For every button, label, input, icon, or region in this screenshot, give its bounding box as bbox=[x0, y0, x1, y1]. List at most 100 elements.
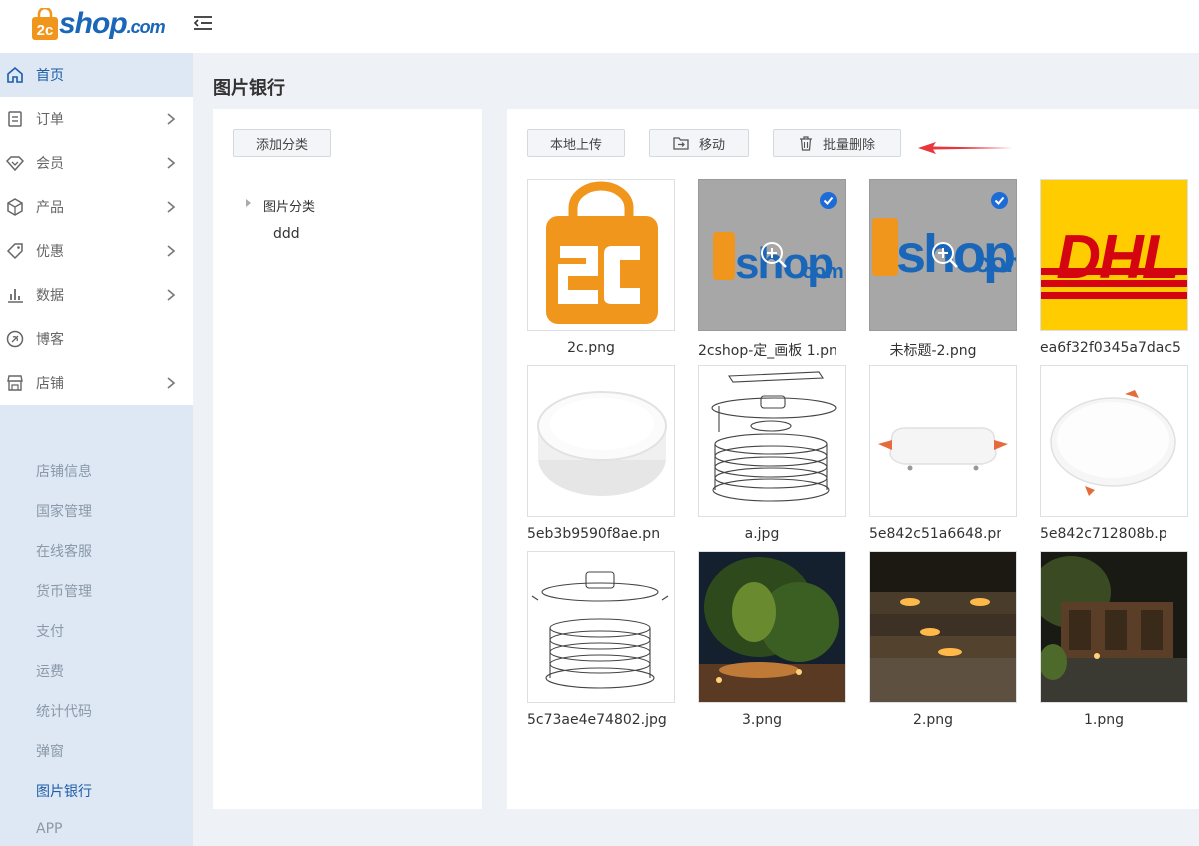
sidebar-item-label: 会员 bbox=[36, 156, 64, 172]
red-arrow-annotation bbox=[918, 142, 1013, 154]
image-thumb-2cshop-artboard[interactable]: shop .com bbox=[698, 179, 846, 331]
tree-expand-icon[interactable] bbox=[246, 199, 251, 207]
image-caption: 2c.png bbox=[567, 340, 615, 356]
brand-logo[interactable]: 2c shop.com bbox=[32, 4, 166, 44]
chevron-right-icon bbox=[167, 113, 176, 125]
submenu-store-info[interactable]: 店铺信息 bbox=[36, 461, 92, 481]
sidebar-item-products[interactable]: 产品 bbox=[0, 185, 193, 229]
diamond-icon bbox=[6, 156, 24, 172]
page-title: 图片银行 bbox=[213, 78, 285, 99]
image-thumb-1[interactable] bbox=[1040, 551, 1188, 703]
chevron-right-icon bbox=[167, 157, 176, 169]
category-panel bbox=[213, 109, 482, 809]
trash-icon bbox=[799, 135, 812, 151]
image-caption: 未标题-2.png bbox=[889, 343, 977, 359]
sidebar-item-label: 博客 bbox=[36, 332, 64, 348]
tree-node-image-category[interactable]: 图片分类 bbox=[263, 196, 315, 215]
sidebar: 首页 订单 会员 产品 优惠 数据 博客 店铺 设置 店铺信息 bbox=[0, 53, 193, 846]
logo-text: shop.com bbox=[59, 7, 166, 40]
image-caption: 5eb3b9590f8ae.png bbox=[527, 526, 659, 542]
sidebar-item-promotions[interactable]: 优惠 bbox=[0, 229, 193, 273]
image-caption: 5e842c51a6648.png bbox=[869, 526, 1001, 542]
image-caption: a.jpg bbox=[744, 526, 780, 542]
zoom-in-icon[interactable] bbox=[759, 240, 789, 270]
bar-chart-icon bbox=[8, 289, 23, 303]
submenu-stats-code[interactable]: 统计代码 bbox=[36, 701, 92, 721]
image-caption: 2cshop-定_画板 1.png bbox=[698, 343, 836, 359]
store-icon bbox=[7, 375, 23, 391]
lamp-drawing-image bbox=[528, 552, 674, 702]
submenu-popup[interactable]: 弹窗 bbox=[36, 741, 64, 761]
order-icon bbox=[8, 111, 22, 127]
stair-lights-photo bbox=[870, 552, 1016, 702]
image-caption: 1.png bbox=[1083, 712, 1124, 728]
logo-bag-icon: 2c bbox=[32, 8, 58, 40]
submenu-payment[interactable]: 支付 bbox=[36, 621, 64, 641]
image-thumb-3[interactable] bbox=[698, 551, 846, 703]
image-thumb-5e842c712808b[interactable] bbox=[1040, 365, 1188, 517]
submenu-country-management[interactable]: 国家管理 bbox=[36, 501, 92, 521]
sidebar-item-label: 产品 bbox=[36, 200, 64, 216]
image-thumb-a[interactable] bbox=[698, 365, 846, 517]
submenu-currency-management[interactable]: 货币管理 bbox=[36, 581, 92, 601]
top-header: 2c shop.com bbox=[0, 0, 1199, 53]
round-panel-light-image bbox=[1041, 366, 1187, 516]
submenu-app[interactable]: APP bbox=[36, 821, 62, 837]
local-upload-button[interactable]: 本地上传 bbox=[527, 129, 625, 157]
sidebar-item-label: 店铺 bbox=[36, 376, 64, 392]
sidebar-item-data[interactable]: 数据 bbox=[0, 273, 193, 317]
image-caption: 5c73ae4e74802.jpg bbox=[527, 712, 667, 728]
image-thumb-5c73ae4e74802[interactable] bbox=[527, 551, 675, 703]
image-caption: 2.png bbox=[912, 712, 953, 728]
sidebar-item-members[interactable]: 会员 bbox=[0, 141, 193, 185]
move-button-label: 移动 bbox=[698, 137, 725, 153]
image-thumb-5e842c51a6648[interactable] bbox=[869, 365, 1017, 517]
sidebar-item-store[interactable]: 店铺 bbox=[0, 361, 193, 405]
image-thumb-5eb3b9590f8ae[interactable] bbox=[527, 365, 675, 517]
selected-check-icon[interactable] bbox=[820, 192, 837, 209]
chevron-right-icon bbox=[167, 201, 176, 213]
image-caption: 5e842c712808b.png bbox=[1040, 526, 1166, 542]
sidebar-item-blog[interactable]: 博客 bbox=[0, 317, 193, 361]
sidebar-item-home[interactable]: 首页 bbox=[0, 53, 193, 97]
square-panel-light-image bbox=[870, 366, 1016, 516]
garden-night-photo bbox=[699, 552, 845, 702]
tree-node-ddd[interactable]: ddd bbox=[273, 226, 300, 242]
svg-text:.com: .com bbox=[968, 247, 1016, 278]
image-thumb-dhl[interactable]: DHL bbox=[1040, 179, 1188, 331]
add-category-button[interactable]: 添加分类 bbox=[233, 129, 331, 157]
sidebar-item-label: 首页 bbox=[36, 68, 64, 84]
tag-icon bbox=[6, 243, 23, 260]
sidebar-item-label: 数据 bbox=[36, 288, 64, 304]
image-thumb-2c[interactable] bbox=[527, 179, 675, 331]
move-folder-icon bbox=[673, 137, 689, 150]
zoom-in-icon[interactable] bbox=[930, 240, 960, 270]
svg-text:.com: .com bbox=[797, 261, 844, 283]
move-button[interactable]: 移动 bbox=[649, 129, 749, 157]
batch-delete-button-label: 批量删除 bbox=[822, 137, 875, 153]
collapse-menu-icon[interactable] bbox=[193, 13, 213, 33]
submenu-online-service[interactable]: 在线客服 bbox=[36, 541, 92, 561]
blog-icon bbox=[6, 330, 24, 348]
chevron-right-icon bbox=[167, 245, 176, 257]
submenu-image-bank[interactable]: 图片银行 bbox=[36, 781, 92, 801]
image-thumb-untitled-2[interactable]: shop .com bbox=[869, 179, 1017, 331]
settings-submenu: 店铺信息 国家管理 在线客服 货币管理 支付 运费 统计代码 弹窗 图片银行 A… bbox=[0, 406, 193, 846]
submenu-shipping[interactable]: 运费 bbox=[36, 661, 64, 681]
image-thumb-2[interactable] bbox=[869, 551, 1017, 703]
chevron-right-icon bbox=[167, 377, 176, 389]
chevron-right-icon bbox=[167, 289, 176, 301]
image-caption: 3.png bbox=[741, 712, 782, 728]
image-caption: ea6f32f0345a7dac5 bbox=[1040, 340, 1181, 356]
box-icon bbox=[7, 198, 23, 216]
2c-logo-image bbox=[528, 180, 674, 330]
batch-delete-button[interactable]: 批量删除 bbox=[773, 129, 901, 157]
selected-check-icon[interactable] bbox=[991, 192, 1008, 209]
round-light-image bbox=[528, 366, 674, 516]
wall-lights-photo bbox=[1041, 552, 1187, 702]
sidebar-item-orders[interactable]: 订单 bbox=[0, 97, 193, 141]
svg-text:2c: 2c bbox=[37, 22, 54, 39]
home-icon bbox=[7, 66, 23, 83]
sidebar-item-label: 优惠 bbox=[36, 244, 64, 260]
dhl-logo-image: DHL bbox=[1041, 180, 1187, 330]
